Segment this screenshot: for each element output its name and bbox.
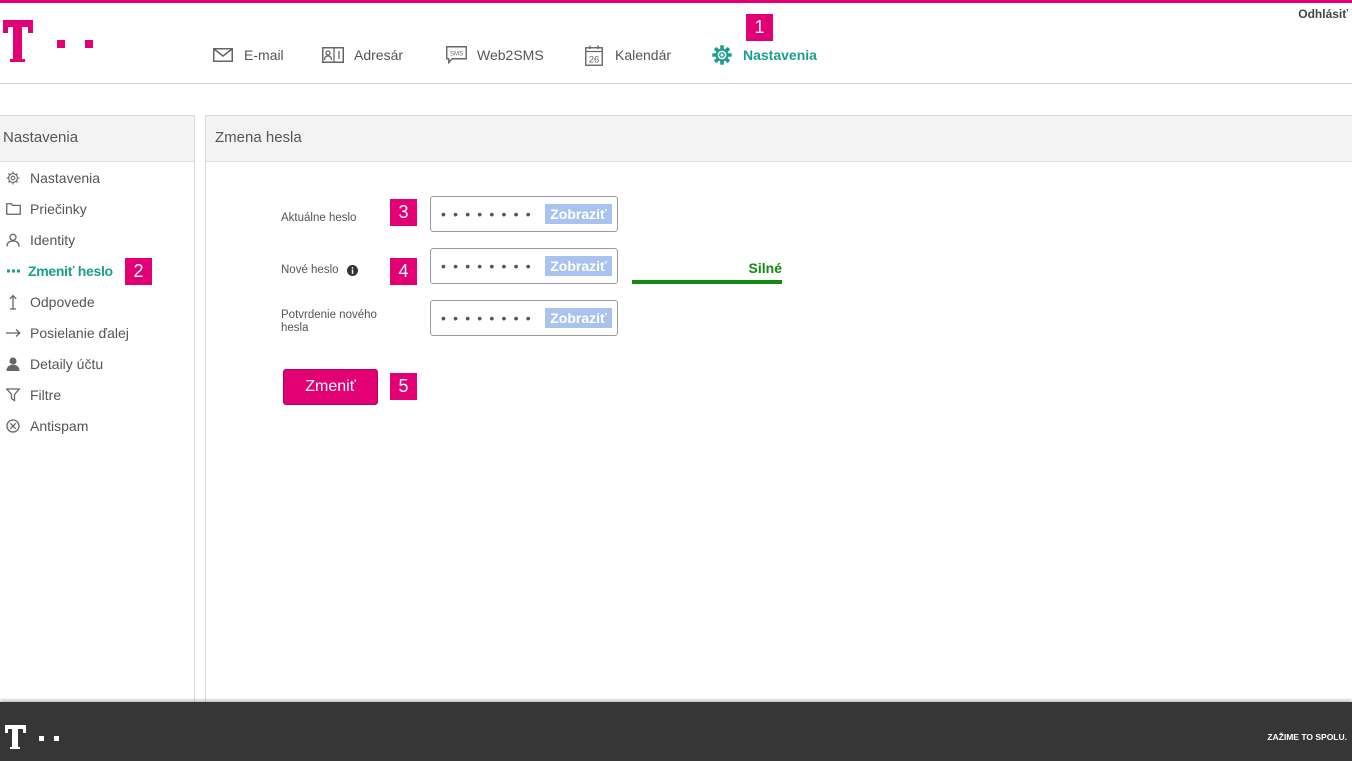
logout-link[interactable]: Odhlásiť [1298, 7, 1348, 21]
new-password-label: Nové heslo [281, 263, 391, 277]
masked-value: •••••••• [441, 310, 538, 326]
sidebar-item-account-details[interactable]: Detaily účtu [0, 353, 103, 375]
annotation-badge: 1 [746, 14, 773, 41]
sidebar-item-label: Zmeniť heslo [28, 263, 113, 279]
masked-value: •••••••• [441, 206, 538, 222]
arrow-up-icon [4, 294, 22, 310]
sidebar-item-label: Identity [30, 232, 76, 248]
annotation-badge: 5 [390, 373, 417, 400]
annotation-badge: 2 [125, 258, 152, 285]
nav-settings[interactable]: Nastavenia [711, 44, 817, 66]
calendar-icon-day: 26 [589, 54, 600, 65]
change-password-button[interactable]: Zmeniť [283, 369, 378, 405]
gear-icon [711, 44, 733, 66]
sidebar-item-label: Odpovede [30, 294, 95, 310]
sidebar-item-settings[interactable]: Nastavenia [0, 167, 100, 189]
sidebar-item-change-password[interactable]: Zmeniť heslo [0, 260, 113, 282]
sidebar-title: Nastavenia [0, 116, 194, 162]
nav-address-book[interactable]: Adresár [322, 44, 403, 66]
sms-icon: SMS [445, 44, 467, 66]
field-label-text: Potvrdenie nového hesla [281, 309, 377, 334]
page-title: Zmena hesla [206, 116, 1352, 162]
gear-icon [4, 170, 22, 186]
sidebar-item-label: Posielanie ďalej [30, 325, 129, 341]
nav-label: Nastavenia [743, 47, 817, 63]
password-strength-fill [632, 280, 782, 284]
sidebar-item-label: Antispam [30, 418, 89, 434]
show-password-button[interactable]: Zobraziť [545, 308, 612, 328]
current-password-input[interactable]: •••••••• Zobraziť [430, 196, 618, 232]
confirm-password-label: Potvrdenie nového hesla [281, 309, 386, 335]
field-label-text: Nové heslo [281, 263, 339, 276]
telekom-logo[interactable] [0, 15, 100, 67]
funnel-icon [4, 387, 22, 403]
confirm-password-input[interactable]: •••••••• Zobraziť [430, 300, 618, 336]
circle-x-icon [4, 418, 22, 434]
folder-icon [4, 201, 22, 217]
sidebar-item-replies[interactable]: Odpovede [0, 291, 95, 313]
footer-slogan: ZAŽIME TO SPOLU. [1267, 732, 1347, 742]
calendar-icon: 26 [583, 44, 605, 66]
nav-web2sms[interactable]: SMS Web2SMS [445, 44, 544, 66]
arrow-right-icon [4, 325, 22, 341]
sidebar-item-filters[interactable]: Filtre [0, 384, 61, 406]
person-outline-icon [4, 232, 22, 248]
annotation-badge: 4 [390, 258, 417, 285]
sidebar-item-folders[interactable]: Priečinky [0, 198, 87, 220]
nav-label: Web2SMS [477, 47, 544, 63]
current-password-label: Aktuálne heslo [281, 211, 386, 225]
new-password-input[interactable]: •••••••• Zobraziť [430, 248, 618, 284]
show-password-button[interactable]: Zobraziť [545, 256, 612, 276]
nav-label: Kalendár [615, 47, 672, 63]
nav-label: Adresár [354, 47, 404, 63]
nav-calendar[interactable]: 26 Kalendár [583, 44, 671, 66]
sidebar-item-label: Detaily účtu [30, 356, 104, 372]
nav-label: E-mail [244, 47, 284, 63]
field-label-text: Aktuálne heslo [281, 211, 357, 224]
sidebar-item-identities[interactable]: Identity [0, 229, 75, 251]
nav-email[interactable]: E-mail [212, 44, 284, 66]
telekom-logo [5, 725, 59, 749]
info-icon[interactable] [346, 264, 358, 276]
brand-top-stripe [0, 0, 1352, 3]
envelope-icon [212, 44, 234, 66]
sms-icon-text: SMS [449, 52, 462, 58]
sidebar-item-label: Priečinky [30, 201, 87, 217]
sidebar-item-label: Nastavenia [30, 170, 101, 186]
annotation-badge: 3 [390, 199, 417, 226]
show-password-button[interactable]: Zobraziť [545, 204, 612, 224]
sidebar-item-antispam[interactable]: Antispam [0, 415, 88, 437]
header-divider [0, 83, 1352, 84]
main-panel: Zmena hesla [205, 115, 1352, 702]
sidebar-item-forwarding[interactable]: Posielanie ďalej [0, 322, 129, 344]
dots-icon [4, 263, 22, 279]
person-icon [4, 356, 22, 372]
masked-value: •••••••• [441, 258, 538, 274]
password-strength-label: Silné [748, 260, 782, 276]
sidebar-item-label: Filtre [30, 387, 62, 403]
password-strength-bar [632, 280, 782, 284]
footer: ZAŽIME TO SPOLU. [0, 702, 1352, 761]
address-book-icon [322, 44, 344, 66]
